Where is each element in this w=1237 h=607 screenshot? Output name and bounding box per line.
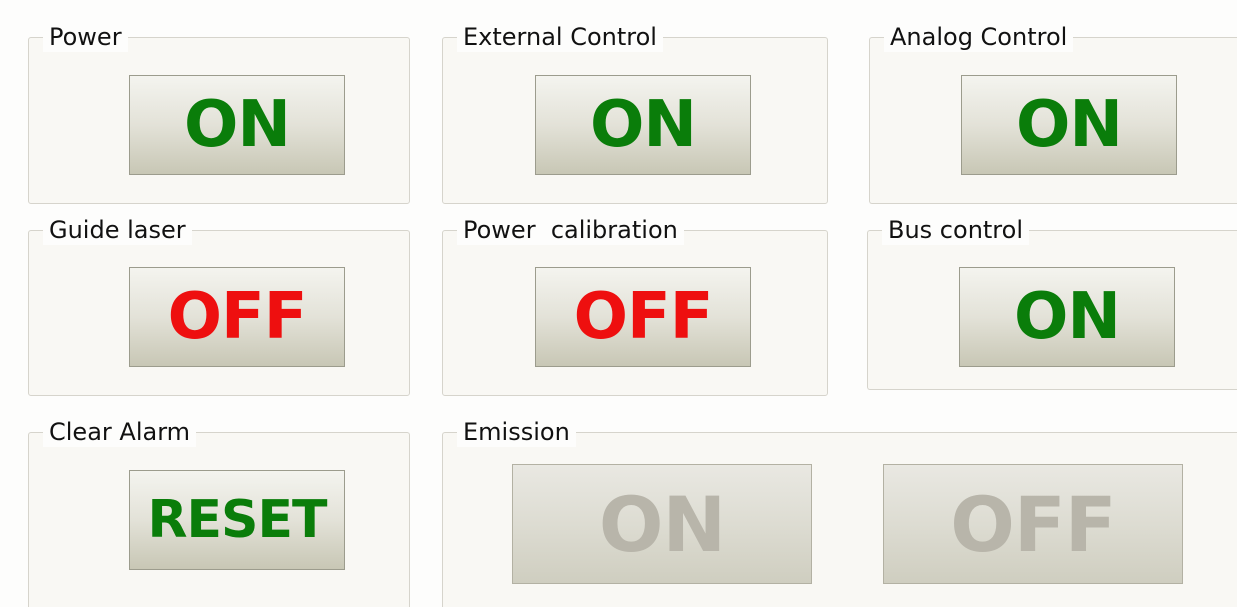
guide-laser-toggle-button[interactable]: OFF: [129, 267, 345, 367]
external-control-panel: External Control ON: [442, 22, 828, 204]
external-control-toggle-button[interactable]: ON: [535, 75, 751, 175]
power-calibration-panel: Power calibration OFF: [442, 215, 828, 396]
power-toggle-button[interactable]: ON: [129, 75, 345, 175]
power-calibration-toggle-button[interactable]: OFF: [535, 267, 751, 367]
analog-control-toggle-button[interactable]: ON: [961, 75, 1177, 175]
guide-laser-panel-title: Guide laser: [43, 215, 192, 245]
power-calibration-panel-title: Power calibration: [457, 215, 684, 245]
bus-control-panel-title: Bus control: [882, 215, 1029, 245]
bus-control-toggle-button[interactable]: ON: [959, 267, 1175, 367]
power-panel-title: Power: [43, 22, 128, 52]
power-panel: Power ON: [28, 22, 410, 204]
clear-alarm-panel-title: Clear Alarm: [43, 417, 197, 447]
reset-alarm-button[interactable]: RESET: [129, 470, 345, 570]
emission-on-button[interactable]: ON: [512, 464, 812, 584]
emission-panel-title: Emission: [457, 417, 576, 447]
external-control-panel-title: External Control: [457, 22, 663, 52]
bus-control-panel: Bus control ON: [867, 215, 1237, 390]
emission-panel: Emission ON OFF: [442, 417, 1237, 607]
guide-laser-panel: Guide laser OFF: [28, 215, 410, 396]
analog-control-panel-title: Analog Control: [884, 22, 1074, 52]
analog-control-panel: Analog Control ON: [869, 22, 1237, 204]
clear-alarm-panel: Clear Alarm RESET: [28, 417, 410, 607]
emission-off-button[interactable]: OFF: [883, 464, 1183, 584]
